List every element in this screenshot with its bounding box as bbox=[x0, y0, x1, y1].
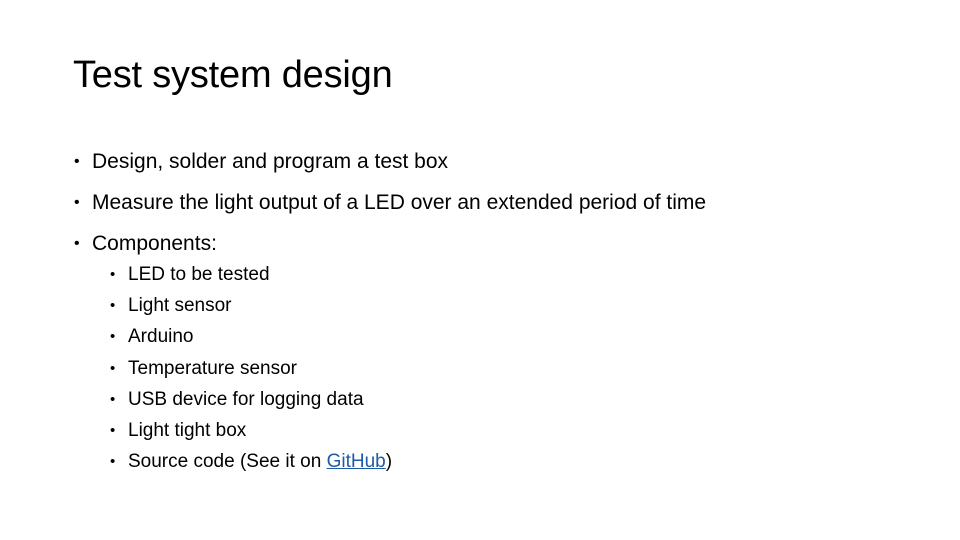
bullet-icon: • bbox=[110, 297, 116, 315]
bullet-item: • Design, solder and program a test box bbox=[73, 146, 706, 187]
bullet-item: • Measure the light output of a LED over … bbox=[73, 187, 706, 228]
component-text: Light tight box bbox=[128, 419, 247, 441]
component-item: • Light sensor bbox=[110, 292, 392, 323]
component-item-source-code: • Source code (See it on GitHub) bbox=[110, 448, 392, 479]
component-item: • Arduino bbox=[110, 323, 392, 354]
component-item: • LED to be tested bbox=[110, 261, 392, 292]
component-text: Temperature sensor bbox=[128, 357, 297, 379]
component-text: LED to be tested bbox=[128, 264, 270, 285]
github-link[interactable]: GitHub bbox=[327, 451, 386, 472]
source-code-suffix: ) bbox=[385, 451, 393, 473]
bullet-icon: • bbox=[74, 153, 80, 170]
source-code-prefix: Source code (See it on bbox=[128, 451, 327, 473]
bullet-icon: • bbox=[110, 359, 116, 377]
main-bullet-list: • Design, solder and program a test box •… bbox=[73, 146, 706, 269]
component-item: • USB device for logging data bbox=[110, 386, 392, 417]
bullet-icon: • bbox=[74, 194, 80, 211]
component-text: Light sensor bbox=[128, 295, 232, 317]
bullet-icon: • bbox=[110, 421, 116, 439]
bullet-text: Components: bbox=[92, 232, 217, 255]
bullet-icon: • bbox=[110, 453, 116, 471]
component-text: USB device for logging data bbox=[128, 388, 364, 410]
component-item: • Temperature sensor bbox=[110, 355, 392, 386]
components-list: • LED to be tested • Light sensor • Arduino… bbox=[110, 261, 392, 479]
bullet-icon: • bbox=[110, 390, 116, 408]
bullet-icon: • bbox=[74, 235, 80, 252]
component-text: Arduino bbox=[128, 326, 194, 348]
component-item: • Light tight box bbox=[110, 417, 392, 448]
slide-title: Test system design bbox=[73, 54, 393, 96]
bullet-text: Measure the light output of a LED over a… bbox=[92, 191, 707, 214]
bullet-icon: • bbox=[110, 266, 116, 283]
bullet-icon: • bbox=[110, 328, 116, 346]
bullet-text: Design, solder and program a test box bbox=[92, 150, 449, 173]
